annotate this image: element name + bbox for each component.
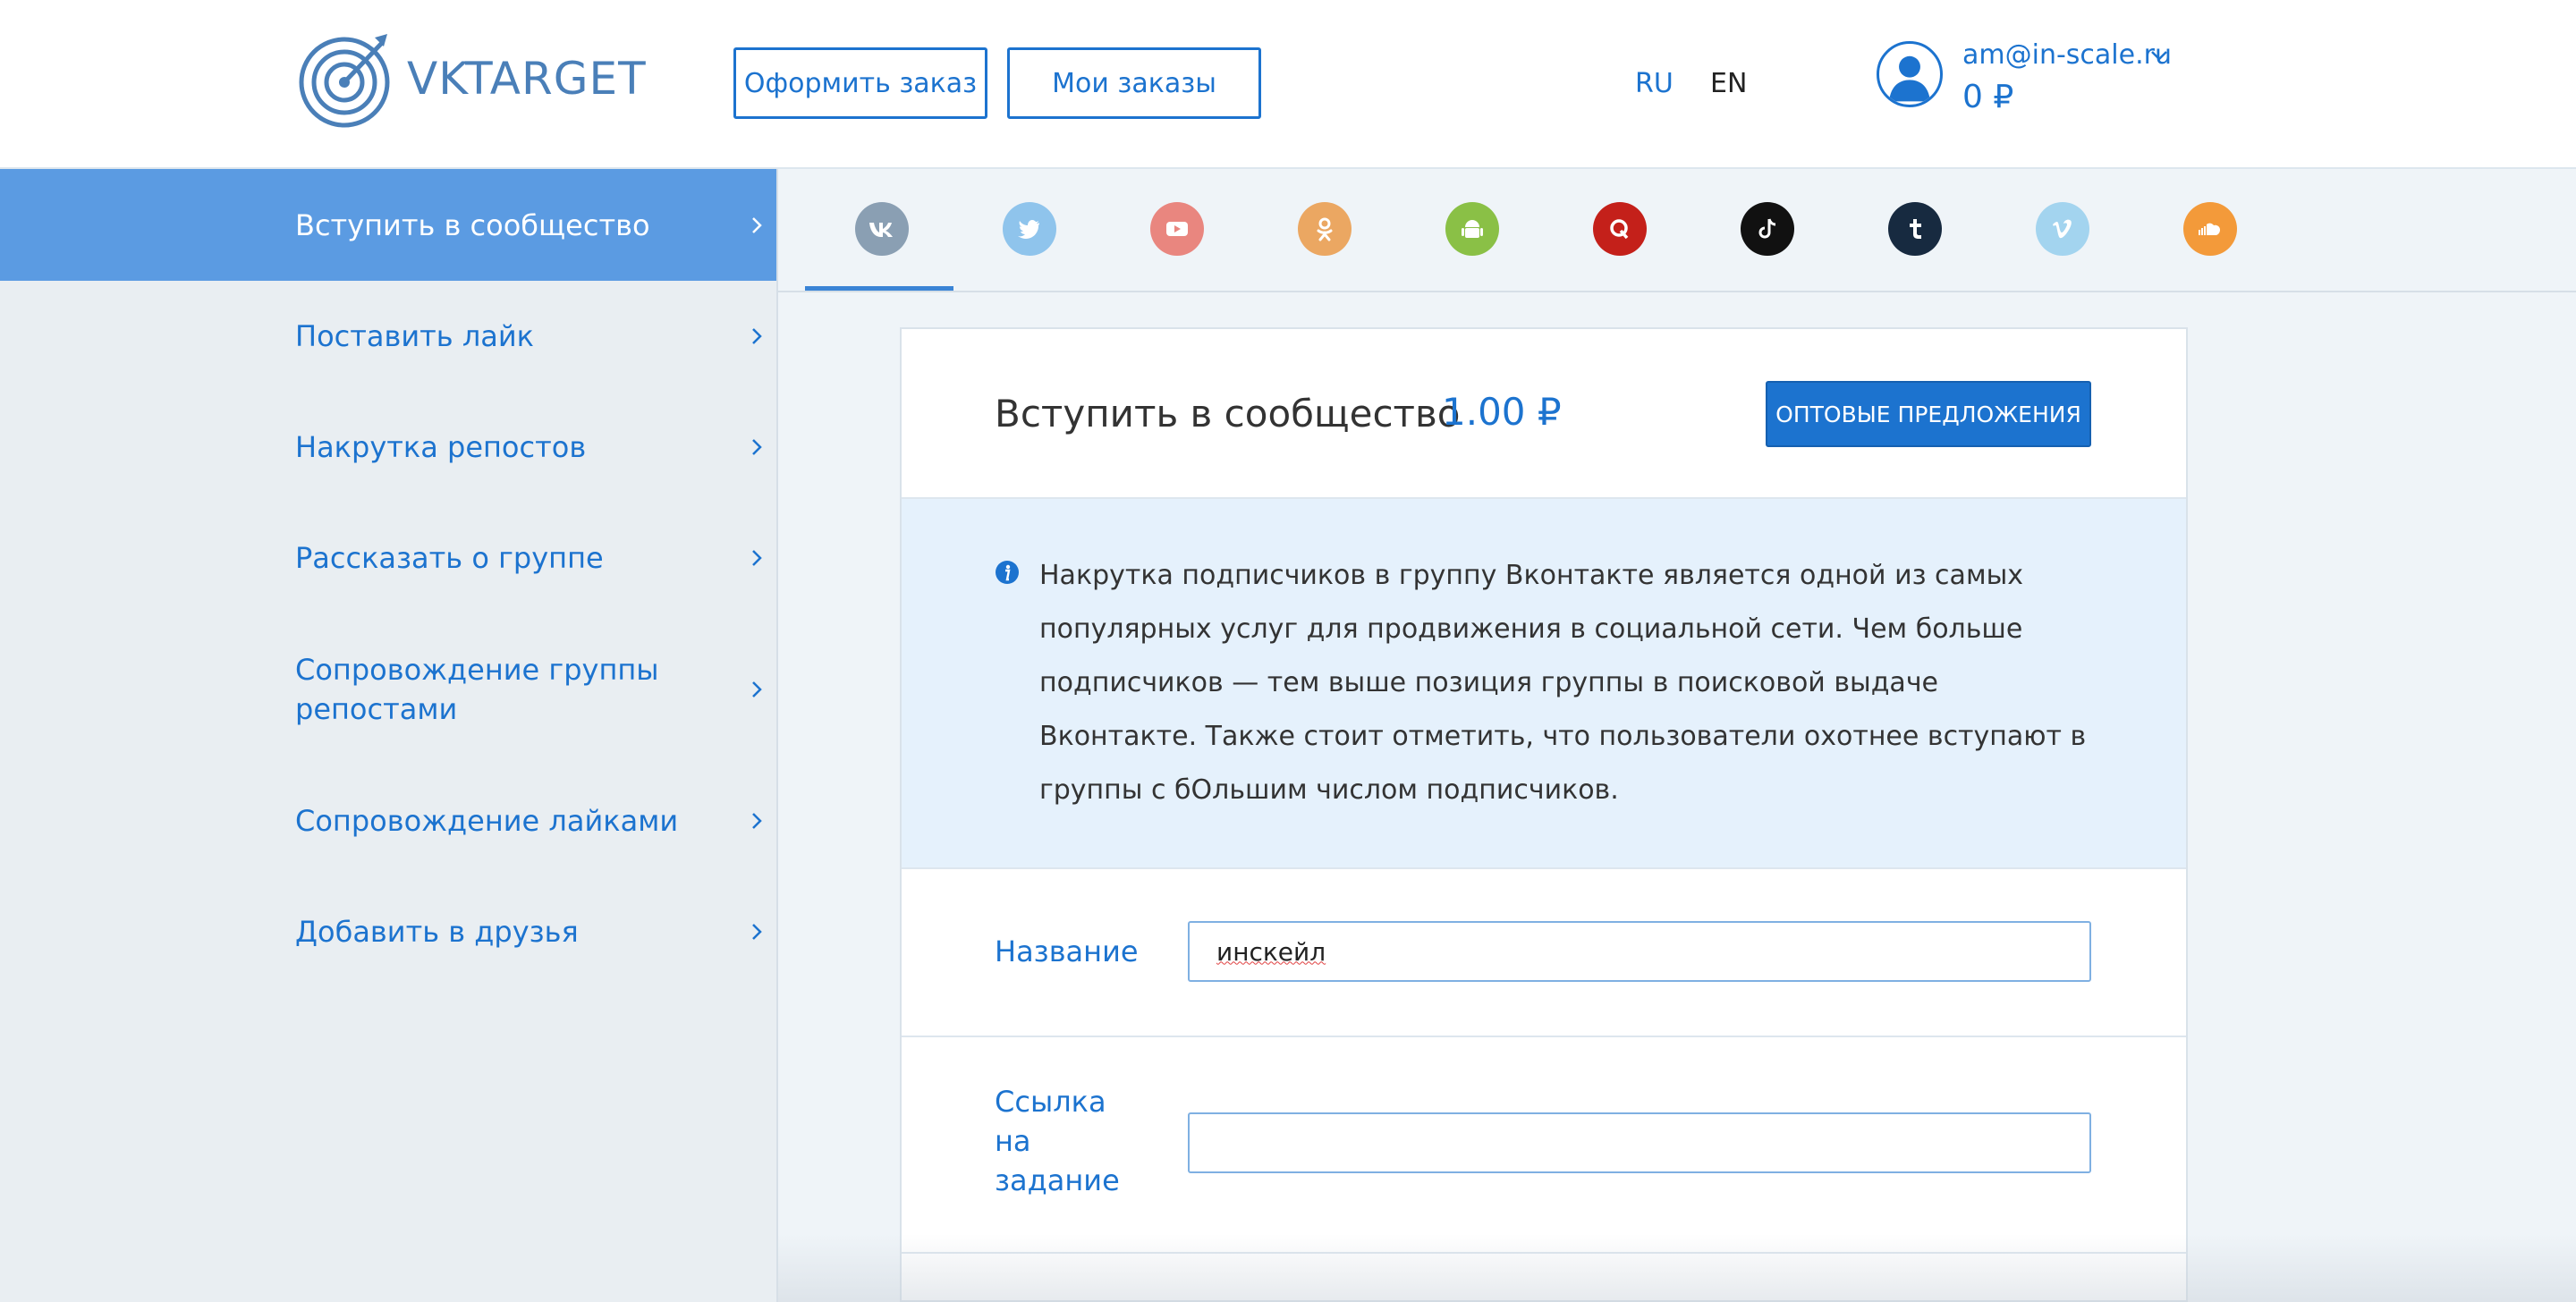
info-text: Накрутка подписчиков в группу Вконтакте … bbox=[1039, 560, 2087, 806]
active-tab-indicator bbox=[805, 286, 953, 291]
name-row: Название bbox=[902, 869, 2186, 1037]
target-logo-icon bbox=[299, 34, 390, 128]
link-row: Ссылка на задание bbox=[902, 1037, 2186, 1254]
sidebar-item-label: Сопровождение лайками bbox=[295, 804, 679, 838]
logo-text: VKTARGET bbox=[407, 53, 647, 105]
card-price: 1.00 ₽ bbox=[1442, 390, 1562, 434]
user-email-menu[interactable]: am@in-scale.ru bbox=[1962, 39, 2172, 71]
chevron-down-icon[interactable] bbox=[2148, 45, 2170, 66]
language-ru-link[interactable]: RU bbox=[1635, 68, 1674, 99]
info-icon bbox=[996, 561, 1019, 584]
quora-icon[interactable] bbox=[1593, 202, 1647, 256]
sidebar-item-likes-support[interactable]: Сопровождение лайками bbox=[0, 765, 776, 876]
chevron-right-icon bbox=[752, 813, 762, 829]
chevron-right-icon bbox=[752, 216, 762, 233]
link-label: Ссылка на задание bbox=[995, 1085, 1120, 1197]
user-balance: 0 ₽ bbox=[1962, 79, 2014, 115]
sidebar-item-put-like[interactable]: Поставить лайк bbox=[0, 281, 776, 392]
name-label: Название bbox=[995, 934, 1139, 968]
sidebar-item-group-repost-support[interactable]: Сопровождение группы репостами bbox=[0, 613, 776, 765]
sidebar-item-add-friends[interactable]: Добавить в друзья bbox=[0, 876, 776, 987]
vimeo-icon[interactable] bbox=[2036, 202, 2089, 256]
language-en-link[interactable]: EN bbox=[1710, 68, 1747, 99]
sidebar-item-label: Вступить в сообщество bbox=[295, 207, 650, 242]
social-network-tabs bbox=[778, 169, 2576, 292]
sidebar-item-label: Накрутка репостов bbox=[295, 430, 587, 464]
tiktok-icon[interactable] bbox=[1741, 202, 1794, 256]
chevron-right-icon bbox=[752, 439, 762, 455]
chevron-right-icon bbox=[752, 924, 762, 940]
sidebar-item-reposts[interactable]: Накрутка репостов bbox=[0, 392, 776, 503]
my-orders-button[interactable]: Мои заказы bbox=[1007, 47, 1261, 119]
sidebar-item-tell-about-group[interactable]: Рассказать о группе bbox=[0, 503, 776, 613]
sidebar-item-join-community[interactable]: Вступить в сообщество bbox=[0, 169, 776, 281]
sidebar-item-label: Добавить в друзья bbox=[295, 915, 579, 949]
tumblr-icon[interactable] bbox=[1888, 202, 1942, 256]
order-card: Вступить в сообщество 1.00 ₽ ОПТОВЫЕ ПРЕ… bbox=[900, 327, 2188, 1302]
name-input[interactable] bbox=[1188, 921, 2091, 982]
logo[interactable]: VKTARGET bbox=[298, 29, 647, 129]
twitter-icon[interactable] bbox=[1003, 202, 1056, 256]
android-icon[interactable] bbox=[1445, 202, 1499, 256]
sidebar-item-label: Поставить лайк bbox=[295, 319, 534, 353]
odnoklassniki-icon[interactable] bbox=[1298, 202, 1352, 256]
soundcloud-icon[interactable] bbox=[2183, 202, 2237, 256]
card-header: Вступить в сообщество 1.00 ₽ ОПТОВЫЕ ПРЕ… bbox=[902, 329, 2186, 499]
user-avatar-icon[interactable] bbox=[1877, 41, 1943, 107]
sidebar-item-label: Сопровождение группы репостами bbox=[295, 653, 659, 726]
header: VKTARGET Оформить заказ Мои заказы RU EN… bbox=[0, 0, 2576, 169]
order-button[interactable]: Оформить заказ bbox=[733, 47, 987, 119]
card-title: Вступить в сообщество bbox=[995, 392, 1461, 435]
chevron-right-icon bbox=[752, 681, 762, 698]
info-box: Накрутка подписчиков в группу Вконтакте … bbox=[902, 499, 2186, 869]
link-input[interactable] bbox=[1188, 1112, 2091, 1173]
chevron-right-icon bbox=[752, 550, 762, 566]
sidebar: Вступить в сообщество Поставить лайк Нак… bbox=[0, 169, 778, 1302]
vk-icon[interactable] bbox=[855, 202, 909, 256]
youtube-icon[interactable] bbox=[1150, 202, 1204, 256]
sidebar-item-label: Рассказать о группе bbox=[295, 541, 604, 575]
chevron-right-icon bbox=[752, 328, 762, 344]
wholesale-offers-button[interactable]: ОПТОВЫЕ ПРЕДЛОЖЕНИЯ bbox=[1766, 381, 2091, 447]
page: VKTARGET Оформить заказ Мои заказы RU EN… bbox=[0, 0, 2576, 1302]
